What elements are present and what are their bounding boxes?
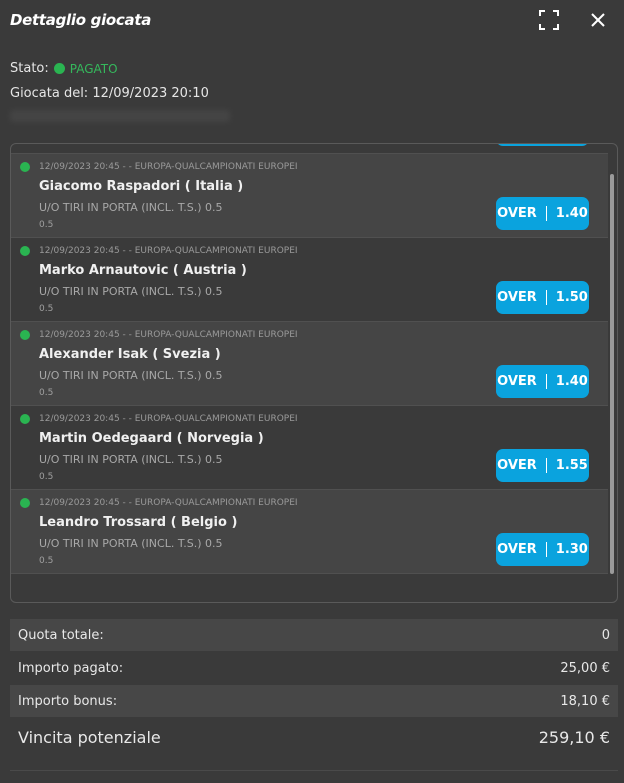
- blurred-text: [10, 110, 230, 122]
- bet-rows: Khvicha Kvaratskhelia ( Georgia )U/O TIR…: [11, 144, 608, 574]
- vincita-label: Vincita potenziale: [18, 727, 161, 747]
- status-dot-icon: [20, 246, 30, 256]
- modal-title: Dettaglio giocata: [10, 11, 152, 29]
- bet-meta: 12/09/2023 20:45 - - EUROPA-QUALCAMPIONA…: [39, 498, 298, 508]
- odd-selection: OVER: [497, 458, 537, 473]
- status-dot-icon: [20, 162, 30, 172]
- odd-button[interactable]: OVER 1.30: [496, 533, 589, 566]
- odd-selection: OVER: [497, 542, 537, 557]
- bet-meta: 12/09/2023 20:45 - - EUROPA-QUALCAMPIONA…: [39, 162, 298, 172]
- odd-value: 1.30: [555, 542, 588, 557]
- bet-line: 0.5: [39, 304, 54, 314]
- quota-value: 0: [601, 627, 610, 643]
- odd-button[interactable]: OVER 1.40: [496, 197, 589, 230]
- summary-importo: Importo pagato: 25,00 €: [10, 652, 618, 684]
- bet-line: 0.5: [39, 388, 54, 398]
- status-dot-icon: [20, 414, 30, 424]
- odd-separator: [545, 542, 547, 557]
- status-label: Stato:: [10, 61, 49, 76]
- odd-button[interactable]: OVER 1.40: [496, 365, 589, 398]
- quota-label: Quota totale:: [18, 627, 104, 643]
- scrollbar[interactable]: [610, 174, 614, 574]
- bet-row: Khvicha Kvaratskhelia ( Georgia )U/O TIR…: [11, 144, 608, 154]
- status-badge: PAGATO: [69, 61, 118, 76]
- bet-market: U/O TIRI IN PORTA (INCL. T.S.) 0.5: [39, 537, 223, 550]
- bet-line: 0.5: [39, 220, 54, 230]
- odd-separator: [545, 374, 547, 389]
- vincita-value: 259,10 €: [538, 727, 610, 747]
- bet-meta: 12/09/2023 20:45 - - EUROPA-QUALCAMPIONA…: [39, 414, 298, 424]
- bet-list[interactable]: Khvicha Kvaratskhelia ( Georgia )U/O TIR…: [10, 143, 618, 603]
- summary-vincita: Vincita potenziale 259,10 €: [10, 718, 618, 756]
- status-dot-icon: [53, 63, 65, 74]
- bet-player: Marko Arnautovic ( Austria ): [39, 263, 247, 278]
- odd-value: 1.55: [555, 458, 588, 473]
- expand-icon[interactable]: [538, 9, 560, 31]
- odd-selection: OVER: [497, 374, 537, 389]
- bet-market: U/O TIRI IN PORTA (INCL. T.S.) 0.5: [39, 453, 223, 466]
- bet-player: Leandro Trossard ( Belgio ): [39, 515, 238, 530]
- summary-quota: Quota totale: 0: [10, 619, 618, 651]
- status-dot-icon: [20, 330, 30, 340]
- modal-header: Dettaglio giocata: [0, 0, 624, 40]
- odd-value: 1.50: [555, 290, 588, 305]
- bet-meta: 12/09/2023 20:45 - - EUROPA-QUALCAMPIONA…: [39, 246, 298, 256]
- odd-button[interactable]: OVER 1.50: [496, 281, 589, 314]
- odd-value: 1.40: [555, 206, 588, 221]
- odd-button[interactable]: OVER1.75: [496, 144, 589, 146]
- bet-line: 0.5: [39, 472, 54, 482]
- status-line: Stato: PAGATO: [10, 61, 118, 76]
- bonus-label: Importo bonus:: [18, 693, 118, 709]
- odd-value: 1.40: [555, 374, 588, 389]
- odd-button[interactable]: OVER 1.55: [496, 449, 589, 482]
- divider: [10, 770, 618, 771]
- bet-player: Alexander Isak ( Svezia ): [39, 347, 221, 362]
- bet-market: U/O TIRI IN PORTA (INCL. T.S.) 0.5: [39, 285, 223, 298]
- status-dot-icon: [20, 498, 30, 508]
- bet-player: Martin Oedegaard ( Norvegia ): [39, 431, 264, 446]
- bet-player: Giacomo Raspadori ( Italia ): [39, 179, 244, 194]
- close-icon[interactable]: [587, 9, 609, 31]
- bet-market: U/O TIRI IN PORTA (INCL. T.S.) 0.5: [39, 201, 223, 214]
- bet-date: Giocata del: 12/09/2023 20:10: [10, 86, 209, 101]
- bet-row: 12/09/2023 20:45 - - EUROPA-QUALCAMPIONA…: [11, 154, 608, 238]
- bet-row: 12/09/2023 20:45 - - EUROPA-QUALCAMPIONA…: [11, 322, 608, 406]
- odd-selection: OVER: [497, 290, 537, 305]
- odd-selection: OVER: [497, 206, 537, 221]
- bet-row: 12/09/2023 20:45 - - EUROPA-QUALCAMPIONA…: [11, 238, 608, 322]
- odd-separator: [545, 290, 547, 305]
- summary-bonus: Importo bonus: 18,10 €: [10, 685, 618, 717]
- bet-meta: 12/09/2023 20:45 - - EUROPA-QUALCAMPIONA…: [39, 330, 298, 340]
- importo-value: 25,00 €: [560, 660, 610, 676]
- importo-label: Importo pagato:: [18, 660, 124, 676]
- bet-row: 12/09/2023 20:45 - - EUROPA-QUALCAMPIONA…: [11, 406, 608, 490]
- odd-separator: [545, 206, 547, 221]
- odd-separator: [545, 458, 547, 473]
- bet-row: 12/09/2023 20:45 - - EUROPA-QUALCAMPIONA…: [11, 490, 608, 574]
- bet-line: 0.5: [39, 556, 54, 566]
- bet-market: U/O TIRI IN PORTA (INCL. T.S.) 0.5: [39, 369, 223, 382]
- bonus-value: 18,10 €: [560, 693, 610, 709]
- bet-line: 0.5: [39, 144, 53, 146]
